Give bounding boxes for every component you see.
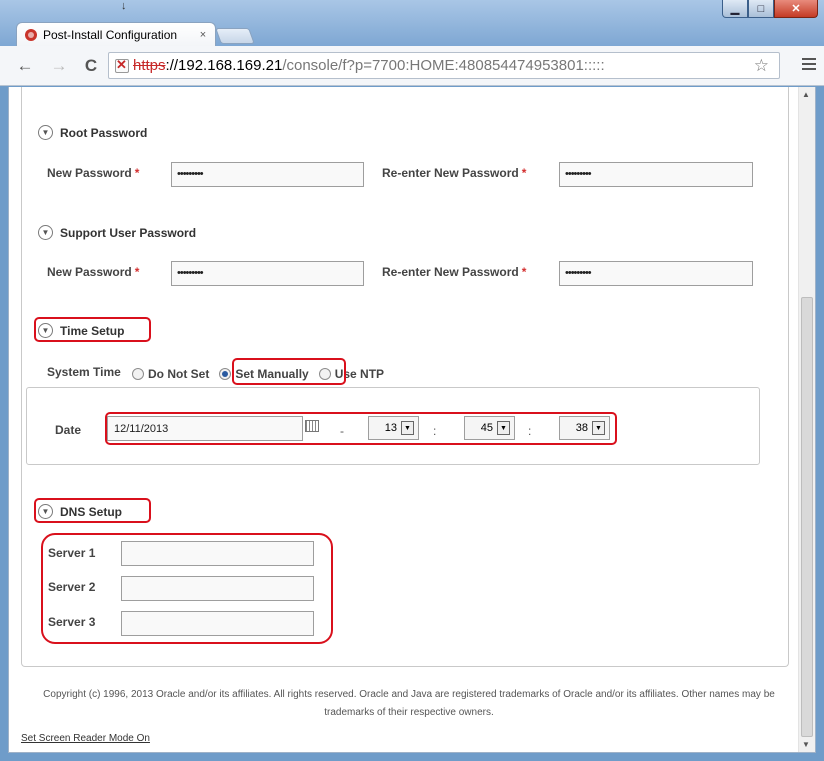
insecure-https-icon: [115, 57, 129, 73]
vertical-scrollbar[interactable]: ▲ ▼: [798, 87, 815, 752]
url-path: /console/f?p=7700:HOME:480854474953801::…: [282, 57, 605, 74]
scrollbar-thumb[interactable]: [801, 297, 813, 737]
window-titlebar: ↓ ▁ □ ✕ Post-Install Configuration ×: [0, 0, 824, 46]
support-reenter-password-input[interactable]: •••••••••: [559, 261, 753, 286]
browser-toolbar: ← → C https ://192.168.169.21 /console/f…: [0, 46, 824, 86]
radio-do-not-set[interactable]: Do Not Set: [132, 367, 209, 381]
browser-tab[interactable]: Post-Install Configuration ×: [16, 22, 216, 46]
root-reenter-password-input[interactable]: •••••••••: [559, 162, 753, 187]
tab-title: Post-Install Configuration: [43, 27, 178, 42]
back-button[interactable]: ←: [14, 56, 36, 76]
highlight-dns-setup: [34, 498, 151, 523]
url-scheme: https: [133, 57, 166, 74]
url-host: ://192.168.169.21: [165, 57, 283, 74]
page-viewport: ▼ Root Password New Password * ••••••••• …: [8, 87, 816, 753]
root-new-password-input[interactable]: •••••••••: [171, 162, 364, 187]
maximize-button[interactable]: □: [748, 0, 774, 18]
chevron-down-icon[interactable]: ▼: [38, 125, 53, 140]
support-new-password-input[interactable]: •••••••••: [171, 261, 364, 286]
address-bar[interactable]: https ://192.168.169.21 /console/f?p=770…: [108, 52, 780, 79]
new-tab-button[interactable]: [215, 28, 255, 44]
support-new-password-label: New Password *: [47, 265, 140, 279]
highlight-date-time: [105, 412, 617, 445]
support-reenter-password-label: Re-enter New Password *: [382, 265, 527, 279]
support-password-section[interactable]: ▼ Support User Password: [38, 225, 196, 240]
minimize-button[interactable]: ▁: [722, 0, 748, 18]
scroll-down-icon[interactable]: ▼: [802, 740, 810, 749]
date-label: Date: [55, 423, 82, 437]
section-title: Support User Password: [60, 225, 197, 240]
highlight-set-manually: [232, 358, 346, 385]
root-password-section[interactable]: ▼ Root Password: [38, 125, 147, 140]
highlight-time-setup: [34, 317, 151, 342]
root-new-password-label: New Password *: [47, 166, 140, 180]
bookmark-star-icon[interactable]: ☆: [754, 56, 769, 76]
scroll-up-icon[interactable]: ▲: [802, 90, 810, 99]
chevron-down-icon[interactable]: ▼: [38, 225, 53, 240]
root-reenter-password-label: Re-enter New Password *: [382, 166, 527, 180]
reload-button[interactable]: C: [80, 56, 102, 76]
highlight-dns-servers: [41, 533, 333, 644]
screen-reader-link[interactable]: Set Screen Reader Mode On: [21, 733, 150, 744]
forward-button[interactable]: →: [48, 56, 70, 76]
close-window-button[interactable]: ✕: [774, 0, 818, 18]
section-title: Root Password: [60, 125, 148, 140]
tab-close-icon[interactable]: ×: [195, 29, 211, 41]
oracle-favicon-icon: [25, 28, 37, 41]
window-controls: ▁ □ ✕: [722, 0, 818, 18]
download-arrow-icon: ↓: [121, 0, 127, 12]
system-time-label: System Time: [47, 365, 121, 379]
copyright-text: Copyright (c) 1996, 2013 Oracle and/or i…: [43, 689, 775, 718]
radio-button-selected[interactable]: [219, 368, 232, 380]
chrome-menu-icon[interactable]: [802, 58, 816, 73]
radio-button[interactable]: [132, 368, 144, 380]
